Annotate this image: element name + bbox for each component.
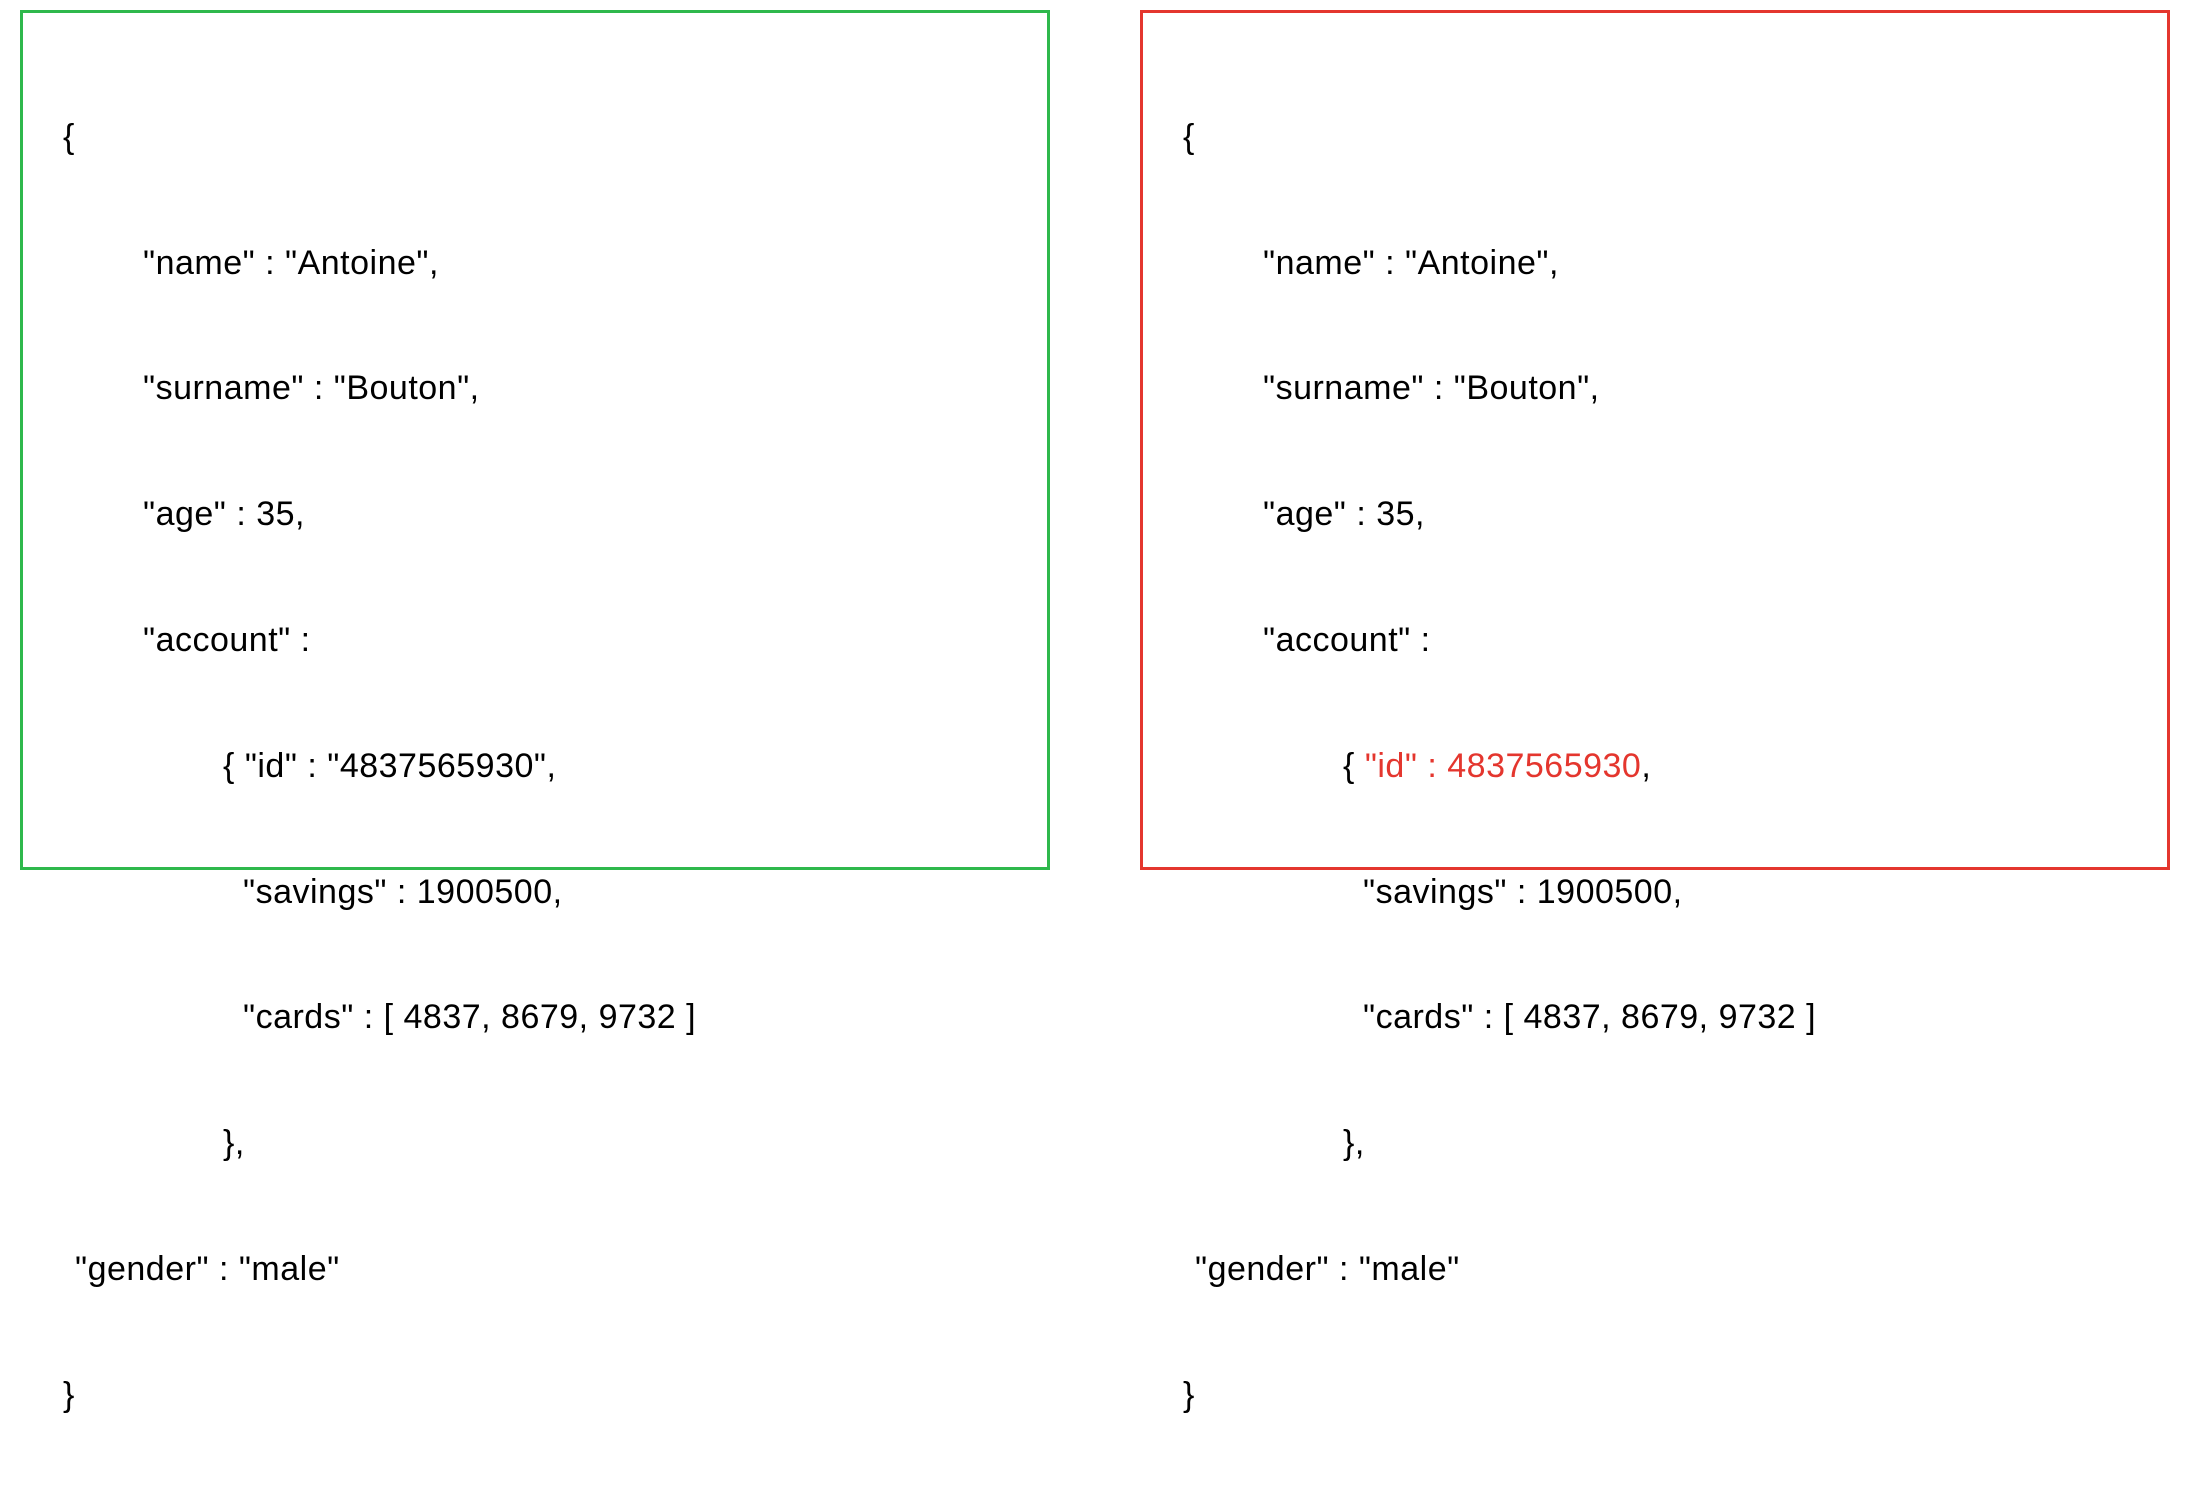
code-text: , [546, 747, 556, 785]
code-text: { [223, 747, 245, 785]
code-line: { "id" : 4837565930, [1183, 735, 2127, 798]
code-line: "account" : [63, 609, 1007, 672]
code-line: "age" : 35, [63, 483, 1007, 546]
code-line: "gender" : "male" [63, 1238, 1007, 1301]
code-line: }, [1183, 1112, 2127, 1175]
code-line: "name" : "Antoine", [63, 232, 1007, 295]
code-line: "age" : 35, [1183, 483, 2127, 546]
code-line: "name" : "Antoine", [1183, 232, 2127, 295]
code-text: "id" : "4837565930" [245, 747, 547, 785]
code-text: { [1343, 747, 1365, 785]
code-line: { [1183, 106, 2127, 169]
code-line: { "id" : "4837565930", [63, 735, 1007, 798]
code-text: , [1641, 747, 1651, 785]
code-line: } [1183, 1364, 2127, 1427]
error-highlight: "id" : 4837565930 [1365, 747, 1642, 785]
code-line: { [63, 106, 1007, 169]
code-line: "account" : [1183, 609, 2127, 672]
code-line: "savings" : 1900500, [1183, 861, 2127, 924]
code-line: "gender" : "male" [1183, 1238, 2127, 1301]
json-box-invalid: { "name" : "Antoine", "surname" : "Bouto… [1140, 10, 2170, 870]
code-line: "cards" : [ 4837, 8679, 9732 ] [63, 986, 1007, 1049]
code-line: } [63, 1364, 1007, 1427]
code-line: }, [63, 1112, 1007, 1175]
code-line: "surname" : "Bouton", [1183, 357, 2127, 420]
json-box-valid: { "name" : "Antoine", "surname" : "Bouto… [20, 10, 1050, 870]
code-line: "cards" : [ 4837, 8679, 9732 ] [1183, 986, 2127, 1049]
code-line: "surname" : "Bouton", [63, 357, 1007, 420]
code-line: "savings" : 1900500, [63, 861, 1007, 924]
